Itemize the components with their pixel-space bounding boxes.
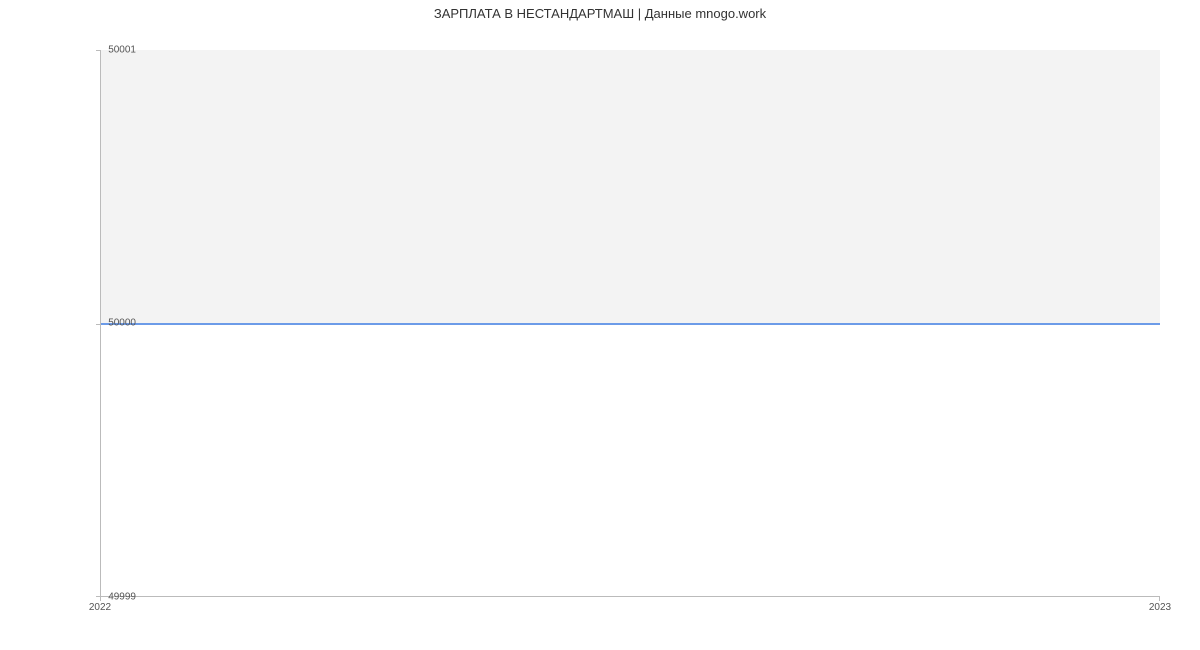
chart-plot-area <box>100 50 1160 597</box>
area-fill <box>100 50 1160 324</box>
y-axis <box>100 50 101 597</box>
y-tick-label: 49999 <box>108 592 136 603</box>
y-tick <box>96 324 100 325</box>
x-tick <box>100 597 101 601</box>
y-tick <box>96 50 100 51</box>
x-tick-label: 2023 <box>1149 602 1171 613</box>
data-line <box>100 323 1160 325</box>
y-tick-label: 50001 <box>108 45 136 56</box>
y-tick-label: 50000 <box>108 318 136 329</box>
x-tick-label: 2022 <box>89 602 111 613</box>
x-tick <box>1159 597 1160 601</box>
x-axis <box>100 596 1160 597</box>
chart-title: ЗАРПЛАТА В НЕСТАНДАРТМАШ | Данные mnogo.… <box>0 0 1200 21</box>
